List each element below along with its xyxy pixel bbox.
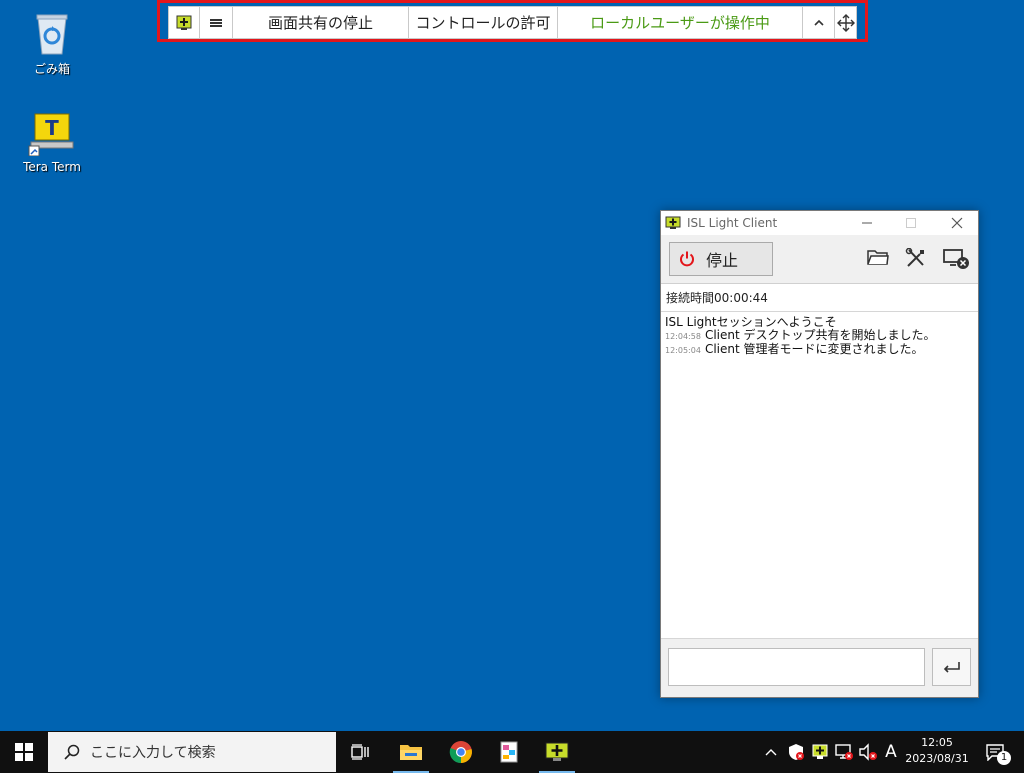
clock-time: 12:05 <box>921 736 953 749</box>
enter-icon <box>943 661 961 673</box>
search-icon <box>64 744 80 760</box>
folder-icon[interactable] <box>867 248 891 270</box>
security-shield-icon[interactable] <box>784 731 808 773</box>
task-view-icon <box>351 744 371 760</box>
isl-client-window: ISL Light Client 停止 接続時間00:00:44 ISL Lig… <box>660 210 979 698</box>
task-view-button[interactable] <box>337 731 385 773</box>
log-text: Client 管理者モードに変更されました。 <box>704 342 924 356</box>
taskbar-clock[interactable]: 12:05 2023/08/31 <box>900 735 974 767</box>
connection-time: 接続時間00:00:44 <box>661 284 978 312</box>
tera-term-icon: T <box>27 112 77 157</box>
desktop-icon-label: ごみ箱 <box>33 62 70 76</box>
chrome-icon <box>449 740 473 764</box>
ime-indicator[interactable]: A <box>880 731 902 773</box>
chrome-button[interactable] <box>437 731 485 773</box>
isl-tray-icon[interactable] <box>808 731 832 773</box>
isl-logo-icon <box>665 216 681 230</box>
session-status: ローカルユーザーが操作中 <box>558 7 803 38</box>
windows-logo-icon <box>15 743 33 761</box>
svg-text:T: T <box>45 116 59 140</box>
notification-badge: 1 <box>997 751 1011 765</box>
show-hidden-icons-chevron-icon[interactable] <box>760 731 782 773</box>
desktop-icon-recycle-bin[interactable]: ごみ箱 <box>12 10 92 77</box>
menu-icon[interactable] <box>200 7 233 38</box>
stop-button-label: 停止 <box>706 251 739 270</box>
notification-center-button[interactable]: 1 <box>978 731 1012 773</box>
log-entry: 12:05:04 Client 管理者モードに変更されました。 <box>665 343 974 357</box>
window-titlebar[interactable]: ISL Light Client <box>661 211 978 235</box>
taskbar-search[interactable]: ここに入力して検索 <box>48 732 336 772</box>
log-timestamp: 12:05:04 <box>665 346 701 355</box>
allow-control-button[interactable]: コントロールの許可 <box>409 7 558 38</box>
chevron-up-icon[interactable] <box>803 7 835 38</box>
clock-date: 2023/08/31 <box>905 752 969 765</box>
network-icon[interactable] <box>832 731 856 773</box>
snipping-tool-button[interactable] <box>485 731 533 773</box>
chat-input[interactable] <box>668 648 925 686</box>
stop-sharing-button[interactable]: 画面共有の停止 <box>233 7 409 38</box>
isl-logo-icon <box>545 742 569 762</box>
log-text: Client デスクトップ共有を開始しました。 <box>704 328 936 342</box>
desktop-icon-tera-term[interactable]: T Tera Term <box>12 112 92 174</box>
snipping-tool-icon <box>499 741 519 763</box>
maximize-icon[interactable] <box>891 211 931 235</box>
power-icon <box>678 250 696 268</box>
chat-input-area <box>661 638 978 697</box>
tools-icon[interactable] <box>905 247 929 270</box>
desktop-icon-label: Tera Term <box>23 160 81 174</box>
taskbar: ここに入力して検索 A 12:05 2023/08/31 1 <box>0 731 1024 773</box>
chat-log: ISL Lightセッションへようこそ 12:04:58 Client デスクトッ… <box>665 316 974 357</box>
search-placeholder: ここに入力して検索 <box>90 745 216 761</box>
session-toolbar-body: 画面共有の停止 コントロールの許可 ローカルユーザーが操作中 <box>168 6 857 39</box>
start-button[interactable] <box>0 731 48 773</box>
folder-icon <box>399 742 423 762</box>
log-timestamp: 12:04:58 <box>665 332 701 341</box>
disconnect-screen-icon[interactable] <box>943 248 973 270</box>
recycle-bin-icon <box>32 10 72 56</box>
stop-button[interactable]: 停止 <box>669 242 773 276</box>
send-button[interactable] <box>932 648 971 686</box>
window-title: ISL Light Client <box>687 216 778 230</box>
session-toolbar: 画面共有の停止 コントロールの許可 ローカルユーザーが操作中 <box>157 0 868 42</box>
move-icon[interactable] <box>835 7 856 38</box>
volume-muted-icon[interactable] <box>856 731 880 773</box>
minimize-icon[interactable] <box>847 211 887 235</box>
isl-logo-icon[interactable] <box>169 7 200 38</box>
isl-toolbar: 停止 <box>661 235 978 284</box>
notification-icon: 1 <box>985 743 1011 765</box>
file-explorer-button[interactable] <box>387 731 435 773</box>
isl-light-button[interactable] <box>533 731 581 773</box>
close-icon[interactable] <box>937 211 977 235</box>
log-entry: 12:04:58 Client デスクトップ共有を開始しました。 <box>665 329 974 343</box>
